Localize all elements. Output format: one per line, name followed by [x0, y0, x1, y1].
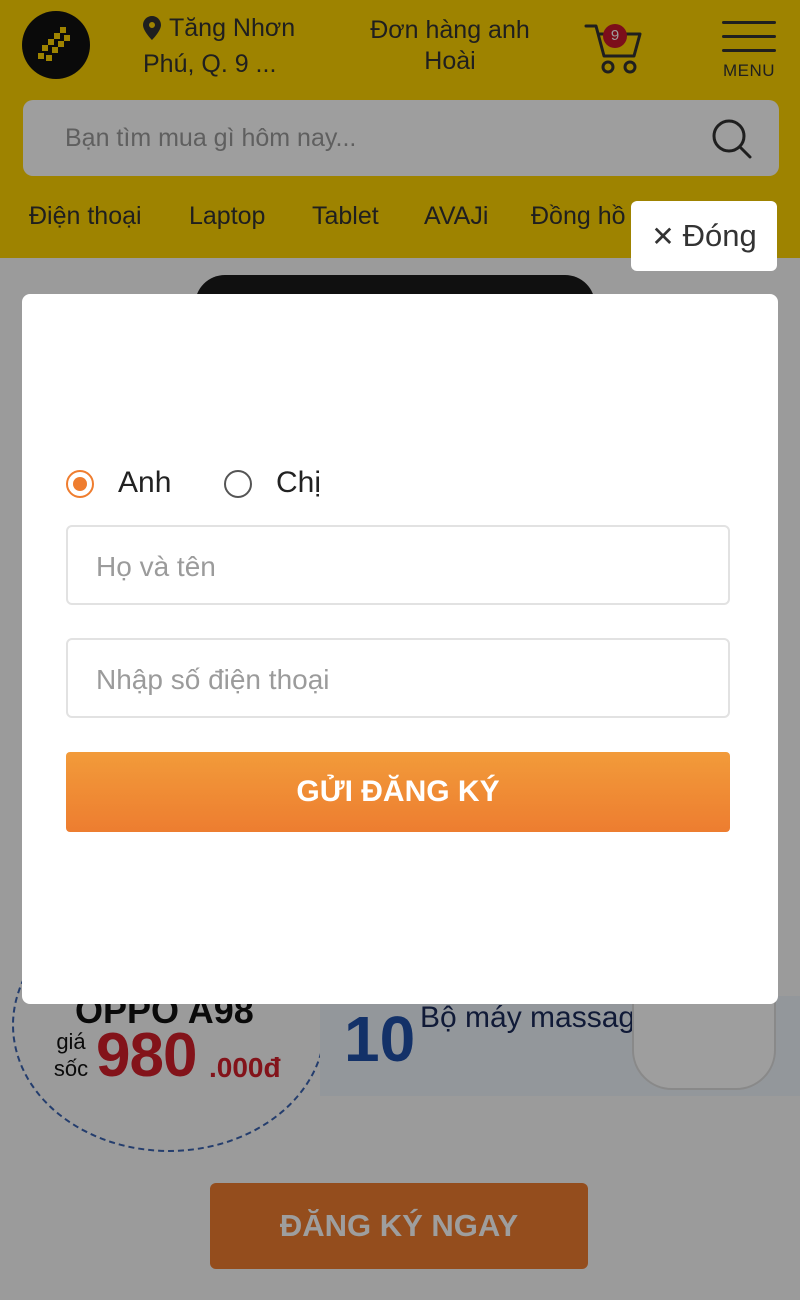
registration-modal: Anh Chị Họ và tên Nhập số điện thoại GỬI…: [22, 294, 778, 1004]
phone-field[interactable]: Nhập số điện thoại: [66, 638, 730, 718]
full-name-placeholder: Họ và tên: [96, 551, 216, 582]
phone-placeholder: Nhập số điện thoại: [96, 664, 330, 695]
radio-unchecked-icon: [224, 470, 252, 498]
close-icon: ✕: [651, 221, 675, 252]
radio-label-chi: Chị: [276, 466, 322, 499]
submit-registration-button[interactable]: GỬI ĐĂNG KÝ: [66, 752, 730, 832]
close-button[interactable]: ✕ Đóng: [631, 201, 777, 271]
close-label: Đóng: [682, 218, 757, 253]
full-name-field[interactable]: Họ và tên: [66, 525, 730, 605]
radio-checked-icon: [66, 470, 94, 498]
radio-label-anh: Anh: [118, 466, 172, 499]
